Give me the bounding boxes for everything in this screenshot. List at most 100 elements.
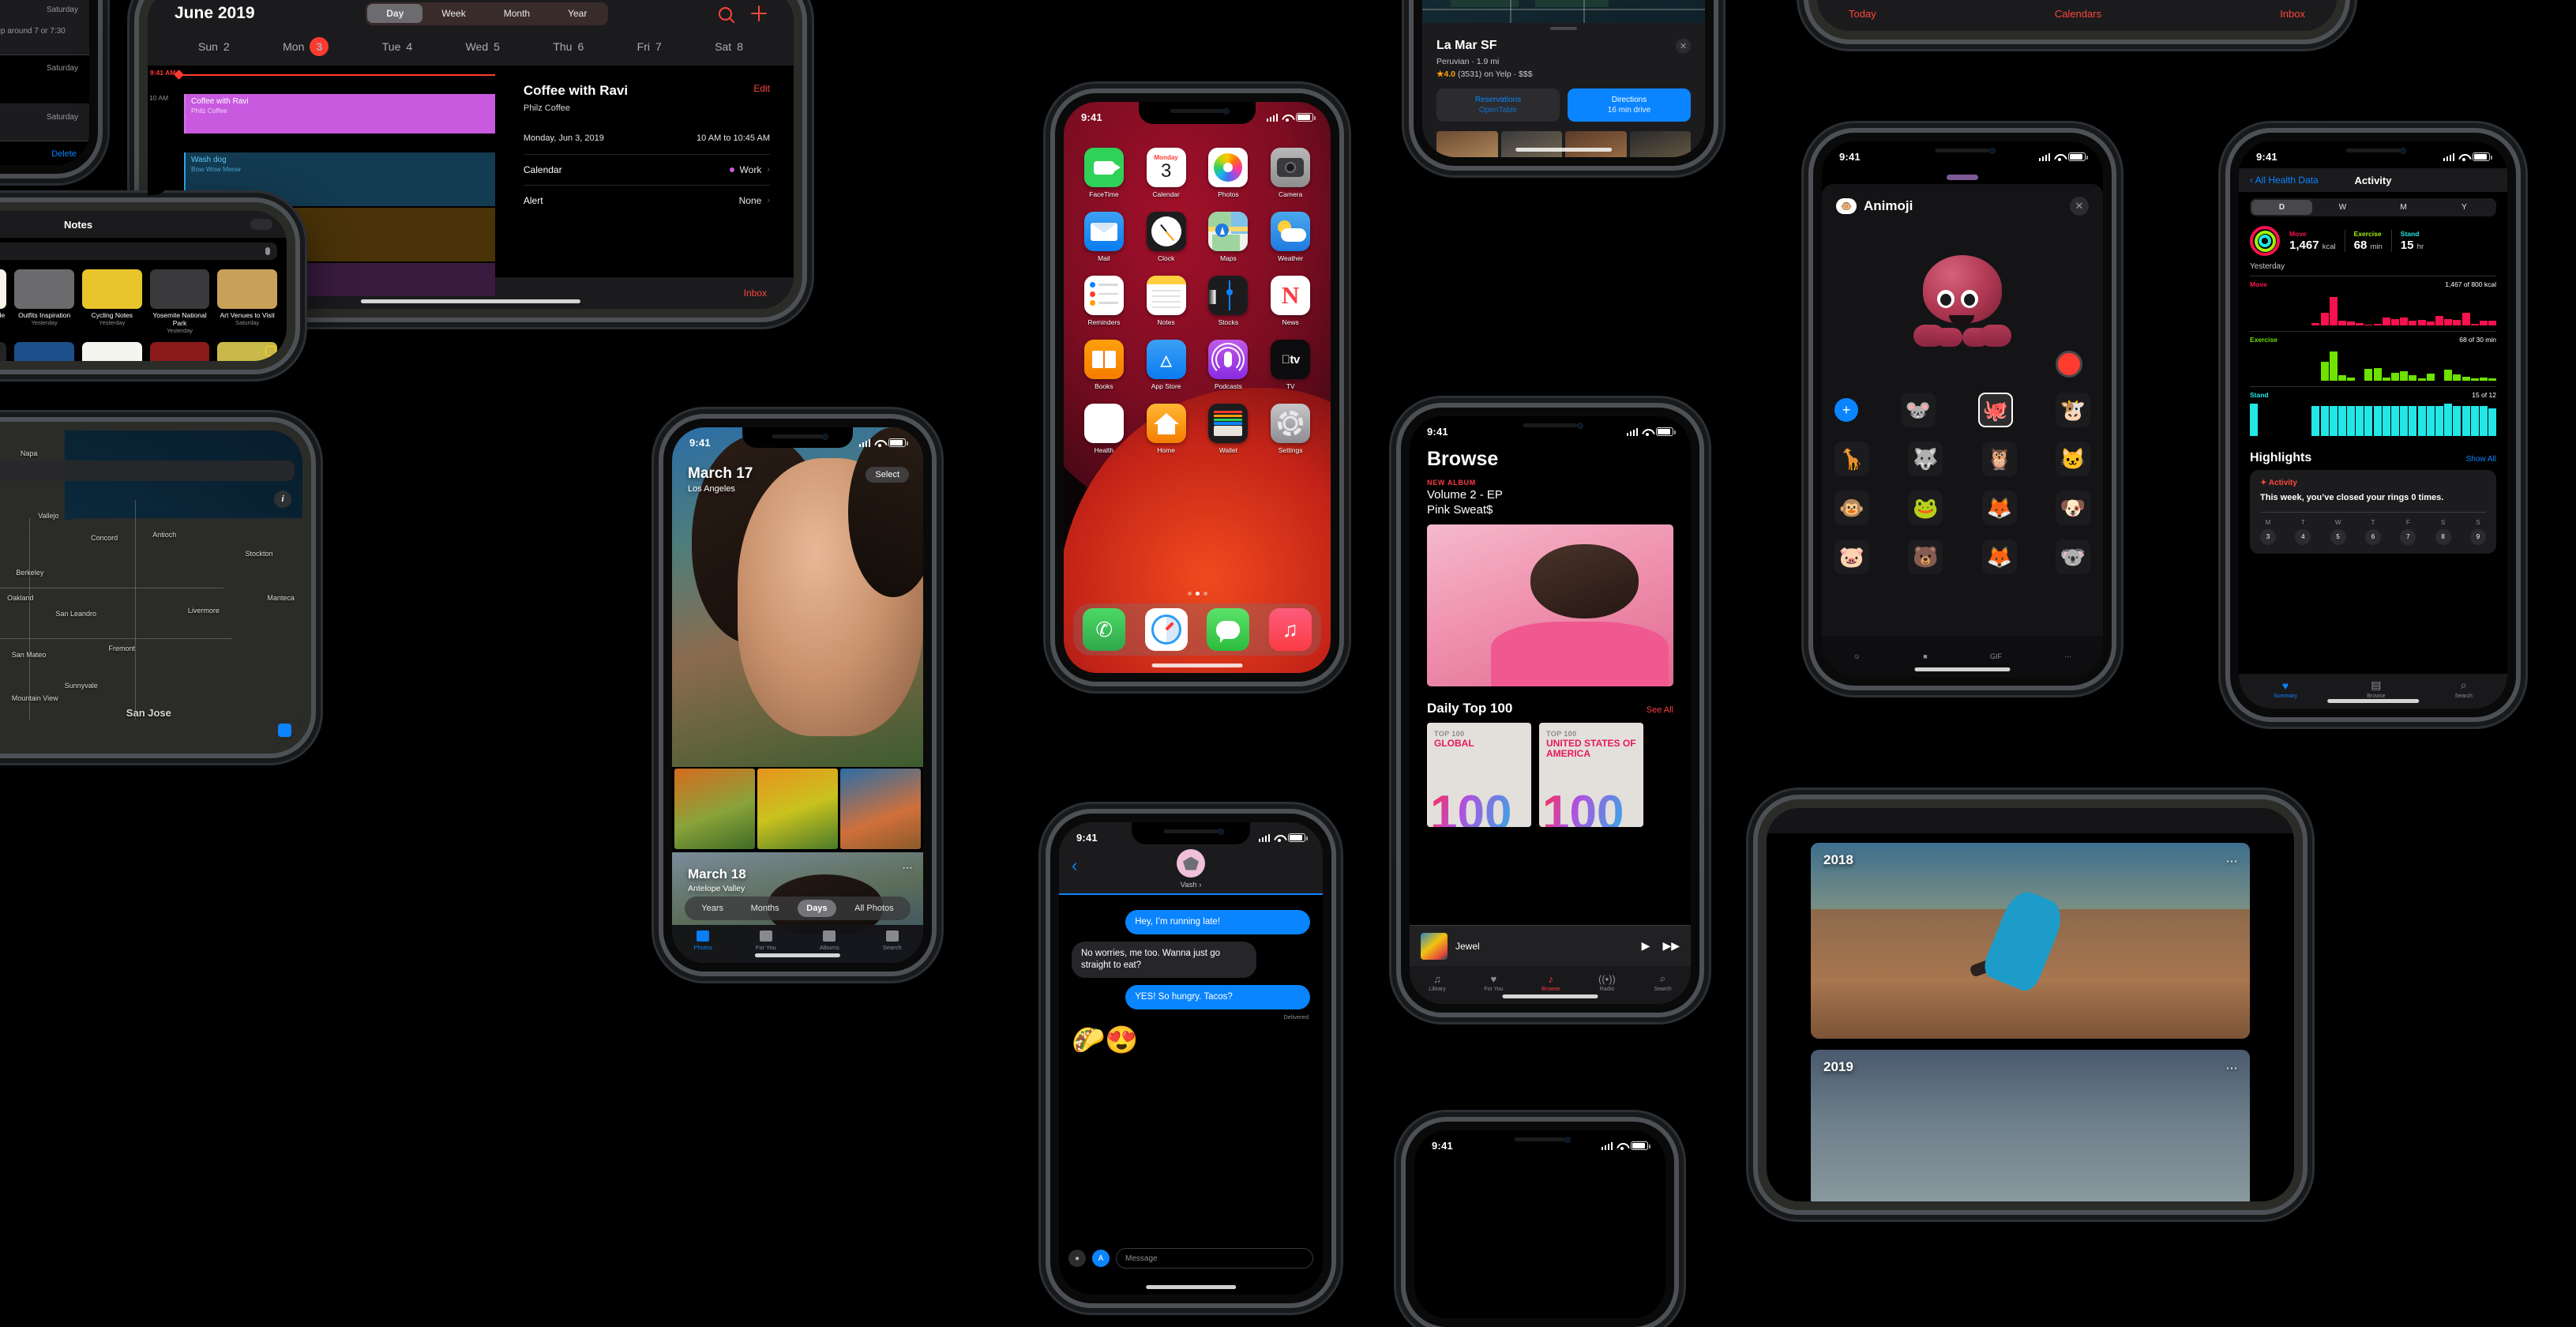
app-grid[interactable]: FaceTime Monday 3 Calendar Photos Camera Mail C… <box>1078 148 1316 454</box>
week-day-sat[interactable]: Sat 8 <box>715 37 743 56</box>
message-bubble-me[interactable]: YES! So hungry. Tacos? <box>1125 984 1310 1009</box>
tab-library[interactable]: ♫ Library <box>1429 973 1445 992</box>
notes-grid[interactable]: ching terns41 AMRecipe: LemonadeYesterda… <box>0 265 287 361</box>
dock[interactable]: ✆ ♫ <box>1073 603 1321 656</box>
calendars-button[interactable]: Calendars <box>2055 8 2101 20</box>
week-day-tue[interactable]: Tue 4 <box>382 37 412 56</box>
home-indicator[interactable] <box>1146 1285 1236 1289</box>
app-calendar[interactable]: Monday 3 Calendar <box>1140 148 1192 198</box>
note-card[interactable] <box>81 342 142 361</box>
home-indicator[interactable] <box>1151 664 1243 667</box>
avatar[interactable] <box>1177 849 1205 878</box>
week-day-mon[interactable]: Mon 3 <box>283 37 329 56</box>
sheet-grabber[interactable] <box>1550 27 1577 30</box>
app-settings[interactable]: Settings <box>1264 404 1316 454</box>
show-all-button[interactable]: Show All <box>2466 455 2496 464</box>
mail-row[interactable]: McCartySaturdayy red guitargary top and … <box>0 55 89 104</box>
app-camera[interactable]: Camera <box>1264 148 1316 198</box>
tab-photos[interactable]: Photos <box>694 930 712 951</box>
week-day-wed[interactable]: Wed 5 <box>466 37 500 56</box>
photos-scope-segmented[interactable]: Years Months Days All Photos <box>685 897 911 920</box>
close-icon[interactable]: ✕ <box>2070 197 2089 216</box>
calendar-event[interactable]: Wash dog Bow Wow Meow <box>184 152 495 206</box>
more-apps-icon[interactable]: ⋯ <box>2064 652 2071 661</box>
forward-icon[interactable]: ▶▶ <box>1662 939 1680 953</box>
app-home[interactable]: Home <box>1140 404 1192 454</box>
calendar-view-day[interactable]: Day <box>367 4 423 23</box>
select-button[interactable]: Select <box>866 467 909 483</box>
animoji-face[interactable]: 🐭 <box>1901 393 1936 427</box>
more-icon[interactable]: ⋯ <box>2226 854 2240 868</box>
week-day-thu[interactable]: Thu 6 <box>553 37 584 56</box>
directions-button[interactable]: Directions 16 min drive <box>1568 88 1691 122</box>
range-M[interactable]: M <box>2373 200 2434 215</box>
animoji-face[interactable]: 🐱 <box>2055 442 2090 476</box>
page-dot[interactable] <box>1203 592 1207 596</box>
year-card[interactable]: 2019 ⋯ <box>1811 1050 2250 1201</box>
animoji-row[interactable]: 🐵 🐸 🦊 🐶 <box>1822 483 2103 532</box>
playlist-row[interactable]: TOP 100 GLOBAL 100 TOP 100 UNITED STATES… <box>1410 723 1691 827</box>
page-dot[interactable] <box>1195 592 1200 596</box>
mail-action-bar[interactable]: Move Delete <box>0 141 89 165</box>
note-card[interactable] <box>14 342 74 361</box>
animoji-face[interactable]: 🐻 <box>1908 539 1943 574</box>
mail-list[interactable]: ArifinYesterdaycolors. New designs. New … <box>0 0 89 141</box>
messages-icon[interactable] <box>1207 608 1250 651</box>
animoji-face[interactable]: 🐮 <box>2056 393 2090 427</box>
highlight-card[interactable]: ✦ Activity This week, you’ve closed your… <box>2250 470 2496 554</box>
app-app-store[interactable]: ▵ App Store <box>1140 340 1192 390</box>
tab-browse[interactable]: ♪ Browse <box>1541 973 1560 992</box>
app-health[interactable]: ❤ Health <box>1078 404 1130 454</box>
playlist-card[interactable]: TOP 100 GLOBAL 100 <box>1427 723 1531 827</box>
record-button[interactable] <box>2056 351 2082 378</box>
animoji-row[interactable]: + 🐭 🐙 🐮 <box>1822 385 2103 434</box>
animoji-face[interactable]: 🐶 <box>2055 491 2090 525</box>
chart-move[interactable]: Move 1,467 of 800 kcal <box>2250 276 2497 331</box>
animoji-preview[interactable] <box>1822 216 2103 385</box>
imessage-apps-icon[interactable]: A <box>1092 1250 1110 1267</box>
animoji-face[interactable]: 🦊 <box>1981 491 2017 525</box>
more-icon[interactable]: ⋯ <box>903 862 914 874</box>
chart-exercise[interactable]: Exercise 68 of 30 min <box>2250 331 2497 386</box>
tab-albums[interactable]: Albums <box>820 930 839 951</box>
calendar-week-strip[interactable]: Sun 2 Mon 3 Tue 4 Wed 5 Thu 6 Fri 7 Sat 8 <box>175 29 767 66</box>
app-photos[interactable]: Photos <box>1203 148 1255 198</box>
app-mail[interactable]: Mail <box>1078 212 1130 262</box>
range-D[interactable]: D <box>2251 200 2312 215</box>
search-input[interactable]: rch for a place or address <box>0 461 295 481</box>
app-weather[interactable]: Weather <box>1264 212 1316 262</box>
album-artist[interactable]: Pink Sweat$ <box>1410 503 1691 524</box>
app-notes[interactable]: Notes <box>1140 276 1192 326</box>
more-icon[interactable] <box>250 219 272 230</box>
place-photos[interactable] <box>1436 131 1691 157</box>
playlist-card[interactable]: TOP 100 UNITED STATES OF AMERICA 100 <box>1539 723 1643 827</box>
app-tv[interactable]: tv TV <box>1264 340 1316 390</box>
search-icon[interactable] <box>718 6 732 21</box>
photos-scope-days[interactable]: Days <box>798 900 836 917</box>
phone-icon[interactable]: ✆ <box>1083 608 1126 651</box>
music-icon[interactable]: ♫ <box>1268 608 1312 651</box>
app-facetime[interactable]: FaceTime <box>1078 148 1130 198</box>
inbox-button[interactable]: Inbox <box>744 288 767 299</box>
photos-scope-years[interactable]: Years <box>693 900 732 917</box>
photo-thumb-strip[interactable] <box>672 769 923 849</box>
animoji-picker[interactable]: + 🐭 🐙 🐮 🦒 🐺 🦉 🐱 🐵 🐸 🦊 🐶 🐷 🐻 🦊 🐨 <box>1822 385 2103 581</box>
animoji-face[interactable]: 🐙 <box>1978 393 2013 427</box>
camera-icon[interactable]: ● <box>1068 1250 1086 1267</box>
sheet-grabber[interactable] <box>1947 175 1978 180</box>
tab-for-you[interactable]: For You <box>756 930 776 951</box>
page-dots[interactable] <box>1064 592 1331 596</box>
calendar-view-segmented[interactable]: Day Week Month Year <box>365 2 608 25</box>
animoji-row[interactable]: 🦒 🐺 🦉 🐱 <box>1822 434 2103 483</box>
animoji-chip-icon[interactable]: 🐵 <box>1836 198 1857 214</box>
info-icon[interactable]: i <box>274 491 291 508</box>
app-maps[interactable]: Maps <box>1203 212 1255 262</box>
note-card[interactable]: Yosemite National Park Yesterday <box>149 269 210 334</box>
home-indicator[interactable] <box>1515 148 1612 152</box>
calendar-view-month[interactable]: Month <box>485 4 549 23</box>
tab-search[interactable]: ⌕ Search <box>1654 972 1672 992</box>
activity-charts[interactable]: Move 1,467 of 800 kcal Exercise 68 of 30 mi… <box>2239 276 2507 442</box>
calendar-view-year[interactable]: Year <box>549 4 606 23</box>
health-tabbar[interactable]: ♥ Summary ▤ Browse ⌕ Search <box>2239 674 2507 709</box>
tab-search[interactable]: ⌕ Search <box>2455 679 2473 699</box>
